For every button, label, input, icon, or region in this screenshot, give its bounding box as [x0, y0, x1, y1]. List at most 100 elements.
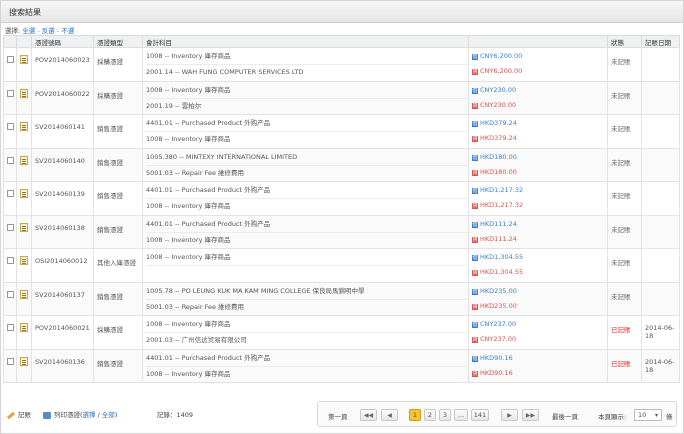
row-checkbox[interactable] — [7, 290, 14, 298]
amount-cell: 借 HKD379.24 貸 HKD379.24 — [468, 114, 608, 149]
table-row[interactable]: OSI2014060012 其他入庫憑證 1008 -- Inventory 庫存商… — [3, 248, 680, 283]
page-button-1[interactable]: 1 — [409, 409, 421, 421]
per-page-unit: 條 — [666, 413, 673, 421]
post-button-label: 記賬 — [18, 411, 31, 419]
table-row[interactable]: SV2014060136 銷售憑證 4401.01 -- Purchased Pro… — [3, 348, 680, 383]
print-all-link[interactable]: 全部 — [102, 411, 115, 419]
page-button-2[interactable]: 2 — [424, 409, 436, 421]
debit-tag-icon: 借 — [472, 255, 478, 261]
voucher-number[interactable]: SV2014060141 — [31, 114, 94, 149]
col-header-status[interactable]: 狀態 — [607, 35, 642, 48]
debit-tag-icon: 借 — [472, 322, 478, 328]
document-icon[interactable] — [20, 256, 28, 265]
document-icon[interactable] — [20, 122, 28, 131]
last-page-link[interactable]: 最後一頁 — [552, 411, 578, 421]
credit-tag-icon: 貸 — [472, 337, 478, 343]
voucher-number[interactable]: SV2014060138 — [31, 214, 94, 249]
row-checkbox[interactable] — [7, 257, 14, 264]
select-all-link[interactable]: 全選 — [22, 27, 35, 35]
row-checkbox[interactable] — [7, 123, 14, 130]
amount-value: CNY6,200.00 — [480, 52, 523, 60]
document-icon[interactable] — [20, 356, 28, 366]
amount-cell: 借 HKD1,217.32 貸 HKD1,217.32 — [468, 181, 608, 216]
amount-value: HKD1,217.32 — [480, 186, 524, 194]
voucher-number[interactable]: POV2014060022 — [31, 80, 94, 115]
table-row[interactable]: SV2014060141 銷售憑證 4401.01 -- Purchased Pro… — [3, 114, 680, 149]
table-row[interactable]: SV2014060139 銷售憑證 4401.01 -- Purchased Pro… — [3, 181, 680, 216]
amount-line: 貸 HKD379.24 — [472, 131, 607, 146]
voucher-number[interactable]: OSI2014060012 — [31, 248, 94, 283]
select-label: 選擇: — [5, 27, 21, 35]
row-checkbox[interactable] — [7, 223, 14, 231]
voucher-number[interactable]: SV2014060137 — [31, 281, 94, 316]
next-page-arrow-icon[interactable]: ▶ — [501, 409, 518, 421]
table-row[interactable]: POV2014060021 採購憑證 1008 -- Inventory 庫存商品 2… — [3, 315, 680, 350]
document-icon[interactable] — [20, 189, 28, 198]
col-header-voucher-type[interactable]: 憑證類型 — [93, 35, 143, 48]
account-line: 1008 -- Inventory 庫存商品 — [146, 231, 468, 247]
amount-line: 借 CNY6,200.00 — [472, 49, 607, 64]
voucher-number[interactable]: SV2014060139 — [31, 181, 94, 216]
amount-line: 借 CNY230.00 — [472, 83, 607, 98]
voucher-number[interactable]: SV2014060136 — [31, 348, 94, 383]
post-date — [641, 114, 680, 149]
voucher-number[interactable]: SV2014060140 — [31, 147, 94, 182]
document-icon[interactable] — [20, 289, 28, 299]
page-button-141[interactable]: 141 — [471, 409, 489, 421]
account-line: 5001.03 -- Repair Fee 維修費用 — [146, 164, 468, 180]
table-row[interactable]: POV2014060023 採購憑證 1008 -- Inventory 庫存商品 2… — [3, 47, 680, 82]
account-line: 4401.01 -- Purchased Product 外购产品 — [146, 353, 271, 362]
account-cell: 1008 -- Inventory 庫存商品 2001.19 -- 雲柏尔 — [142, 80, 469, 115]
per-page-label: 本頁顯示: — [598, 413, 627, 421]
first-page-link[interactable]: 第一頁 — [328, 411, 348, 421]
table-row[interactable]: SV2014060138 銷售憑證 4401.01 -- Purchased Pro… — [3, 214, 680, 249]
row-checkbox[interactable] — [7, 190, 14, 197]
select-invert-link[interactable]: 反選 — [42, 27, 55, 35]
select-none-link[interactable]: 不選 — [61, 27, 74, 35]
table-row[interactable]: POV2014060022 採購憑證 1008 -- Inventory 庫存商品 2… — [3, 80, 680, 115]
document-icon[interactable] — [20, 222, 28, 232]
col-header-voucher-no[interactable]: 憑證號碼 — [31, 35, 94, 48]
account-cell: 4401.01 -- Purchased Product 外购产品 1008 --… — [142, 214, 469, 249]
document-icon[interactable] — [20, 88, 28, 98]
document-icon[interactable] — [20, 323, 28, 332]
voucher-number[interactable]: POV2014060023 — [31, 47, 94, 82]
amount-line: 借 HKD180.00 — [472, 150, 607, 165]
account-line: 4401.01 -- Purchased Product 外购产品 — [146, 119, 271, 127]
per-page-select[interactable]: 10 — [634, 409, 662, 421]
amount-value: HKD111.24 — [480, 234, 517, 243]
amount-value: HKD111.24 — [480, 219, 517, 228]
account-line: 1008 -- Inventory 庫存商品 — [146, 365, 468, 381]
table-row[interactable]: SV2014060140 銷售憑證 1005.380 -- MINTEXY INTE… — [3, 147, 680, 182]
prev-page-arrow-icon[interactable]: ◀ — [381, 409, 398, 421]
row-checkbox[interactable] — [7, 324, 14, 331]
credit-tag-icon: 貸 — [472, 236, 478, 243]
row-checkbox[interactable] — [7, 156, 14, 164]
post-date — [641, 47, 680, 82]
debit-tag-icon: 借 — [472, 87, 478, 94]
amount-value: HKD235.00 — [480, 286, 517, 295]
select-separator: - — [56, 27, 60, 35]
post-action[interactable]: 記賬 — [6, 409, 31, 419]
amount-line: 貸 HKD1,217.32 — [472, 198, 607, 213]
col-header-post-date[interactable]: 記賬日期 — [641, 35, 680, 48]
row-checkbox[interactable] — [7, 357, 14, 365]
amount-line: 借 HKD379.24 — [472, 116, 607, 131]
last-page-arrow-icon[interactable]: ▶▶ — [522, 409, 539, 421]
account-cell: 1008 -- Inventory 庫存商品 2001.03 -- 广州信达贸易有… — [142, 315, 469, 350]
table-row[interactable]: SV2014060137 銷售憑證 1005.78 -- PO LEUNG KUK … — [3, 281, 680, 316]
document-icon[interactable] — [20, 55, 28, 64]
voucher-number[interactable]: POV2014060021 — [31, 315, 94, 350]
credit-tag-icon: 貸 — [472, 169, 478, 176]
row-checkbox[interactable] — [7, 89, 14, 97]
page-button-3[interactable]: 3 — [439, 409, 451, 421]
debit-tag-icon: 借 — [472, 221, 478, 228]
amount-line: 借 CNY237.00 — [472, 317, 607, 332]
first-page-arrow-icon[interactable]: ◀◀ — [360, 409, 377, 421]
account-line — [146, 265, 468, 280]
document-icon[interactable] — [20, 155, 28, 165]
print-selected-link[interactable]: 選擇 — [83, 411, 96, 419]
voucher-type: 採購憑證 — [93, 315, 143, 350]
credit-tag-icon: 貸 — [472, 370, 478, 377]
row-checkbox[interactable] — [7, 56, 14, 63]
